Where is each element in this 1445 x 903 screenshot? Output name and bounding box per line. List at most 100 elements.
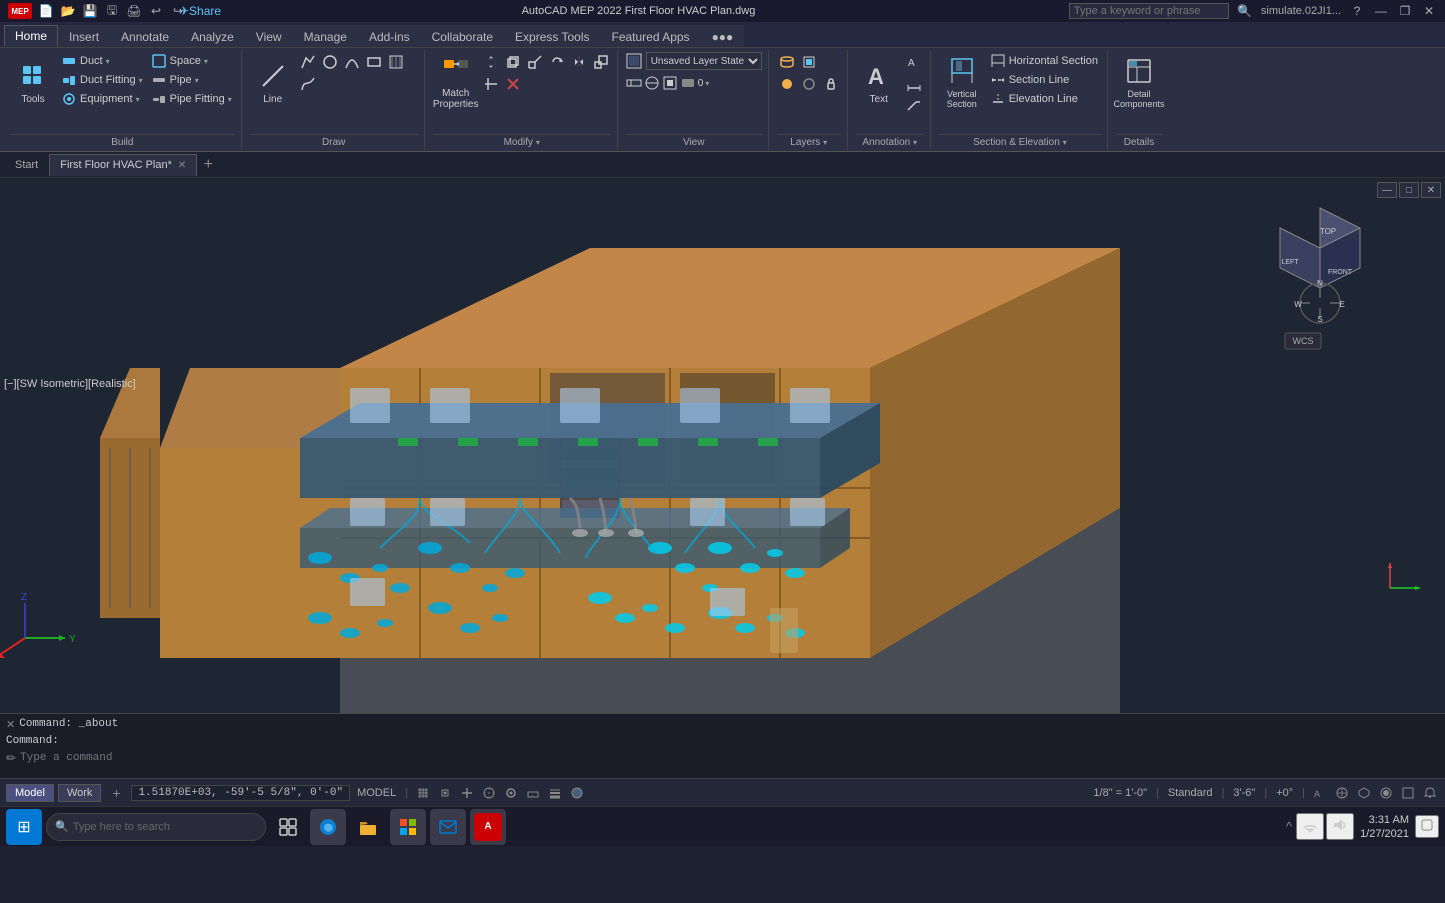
layer-state-dropdown[interactable]: Unsaved Layer State [646, 52, 762, 70]
notification-sys[interactable] [1415, 815, 1439, 838]
trim-btn[interactable] [481, 74, 501, 94]
leader-btn[interactable] [904, 94, 924, 114]
dimension-btn[interactable] [904, 73, 924, 93]
store-btn[interactable] [390, 809, 426, 845]
tray-chevron[interactable]: ^ [1284, 818, 1294, 835]
vp-minimize[interactable]: — [1377, 182, 1397, 198]
tab-addins[interactable]: Add-ins [358, 25, 421, 47]
hatch-btn[interactable] [386, 52, 406, 72]
tab-insert[interactable]: Insert [58, 25, 110, 47]
tab-express[interactable]: Express Tools [504, 25, 600, 47]
dynmode-btn[interactable]: + [524, 785, 542, 801]
model-space-btn[interactable]: MODEL [354, 786, 399, 800]
pipe-dropdown[interactable]: ▾ [195, 76, 199, 85]
help-btn[interactable]: ? [1349, 3, 1365, 19]
pipe-btn[interactable]: Pipe ▾ [148, 71, 235, 89]
layer-iso-btn[interactable] [799, 52, 819, 72]
edge-browser-btn[interactable] [310, 809, 346, 845]
polyline-btn[interactable] [298, 52, 318, 72]
tab-collaborate[interactable]: Collaborate [421, 25, 504, 47]
grid-btn[interactable] [414, 785, 432, 801]
autocad-taskbar-btn[interactable]: A [470, 809, 506, 845]
mtext-btn[interactable]: A [904, 52, 924, 72]
spline-btn[interactable] [298, 74, 318, 94]
equipment-btn[interactable]: Equipment ▾ [58, 90, 146, 108]
tab-more[interactable]: ●●● [701, 25, 745, 47]
print-btn[interactable]: 🖨 [126, 3, 142, 19]
mirror-btn[interactable] [569, 52, 589, 72]
erase-btn[interactable] [503, 74, 523, 94]
move-btn[interactable] [481, 52, 501, 72]
layer-off-btn[interactable] [799, 74, 819, 94]
tab-annotate[interactable]: Annotate [110, 25, 180, 47]
tab-start[interactable]: Start [4, 154, 49, 176]
search-input[interactable] [1069, 3, 1229, 19]
save-as-btn[interactable]: 🖫 [104, 3, 120, 19]
duct-fitting-dropdown[interactable]: ▾ [139, 76, 143, 85]
tab-close-btn[interactable]: ✕ [178, 160, 186, 171]
duct-dropdown[interactable]: ▾ [106, 57, 110, 66]
minimize-btn[interactable]: — [1373, 3, 1389, 19]
equip-dropdown[interactable]: ▾ [136, 95, 140, 104]
close-btn[interactable]: ✕ [1421, 3, 1437, 19]
save-btn[interactable]: 💾 [82, 3, 98, 19]
file-explorer-btn[interactable] [350, 809, 386, 845]
start-button[interactable]: ⊞ [6, 809, 42, 845]
transparency-btn[interactable] [568, 785, 586, 801]
copy-btn[interactable] [503, 52, 523, 72]
duct-btn[interactable]: Duct ▾ [58, 52, 146, 70]
snap-btn[interactable] [436, 785, 454, 801]
task-view-btn[interactable] [270, 809, 306, 845]
work-tab[interactable]: Work [58, 784, 101, 802]
hardware-accel-btn[interactable] [1355, 785, 1373, 801]
scale-btn[interactable]: 1/8" = 1'-0" [1090, 786, 1150, 800]
cmd-close-btn[interactable]: ✕ [6, 718, 15, 731]
add-layout-btn[interactable]: + [105, 782, 127, 804]
horizontal-section-btn[interactable]: Horizontal Section [987, 52, 1101, 70]
mail-btn[interactable] [430, 809, 466, 845]
add-tab-btn[interactable]: + [197, 154, 219, 176]
pipe-fitting-dropdown[interactable]: ▾ [228, 95, 232, 104]
taskbar-search[interactable]: 🔍 Type here to search [46, 813, 266, 841]
cmd-input[interactable] [20, 752, 1439, 764]
workspace-btn[interactable] [1333, 785, 1351, 801]
circle-btn[interactable] [320, 52, 340, 72]
vertical-section-btn[interactable]: VerticalSection [939, 52, 985, 112]
tab-home[interactable]: Home [4, 25, 58, 47]
cmd-pencil-icon[interactable]: ✏ [6, 751, 16, 765]
model-tab[interactable]: Model [6, 784, 54, 802]
ortho-btn[interactable] [458, 785, 476, 801]
rect-btn[interactable] [364, 52, 384, 72]
notifications-btn[interactable] [1421, 785, 1439, 801]
elevation-line-btn[interactable]: Elevation Line [987, 90, 1101, 108]
stretch-btn[interactable] [525, 52, 545, 72]
isolate-btn[interactable] [1377, 785, 1395, 801]
layer-lock-btn[interactable] [821, 74, 841, 94]
layer-on-btn[interactable] [777, 74, 797, 94]
network-icon[interactable] [1296, 813, 1324, 840]
lineweight-btn[interactable] [546, 785, 564, 801]
taskbar-clock[interactable]: 3:31 AM 1/27/2021 [1356, 813, 1413, 841]
tab-analyze[interactable]: Analyze [180, 25, 245, 47]
zero-plus-btn[interactable]: +0° [1273, 786, 1296, 800]
tab-featured[interactable]: Featured Apps [601, 25, 701, 47]
object-snap-btn[interactable] [502, 785, 520, 801]
arc-btn[interactable] [342, 52, 362, 72]
tab-manage[interactable]: Manage [293, 25, 358, 47]
new-btn[interactable]: 📄 [38, 3, 54, 19]
tab-view[interactable]: View [245, 25, 293, 47]
vp-close[interactable]: ✕ [1421, 182, 1441, 198]
volume-icon[interactable] [1326, 813, 1354, 840]
dim-value-btn[interactable]: 3'-6" [1230, 786, 1258, 800]
tab-hvac-plan[interactable]: First Floor HVAC Plan* ✕ [49, 154, 197, 176]
match-props-btn[interactable]: MatchProperties [433, 52, 479, 112]
duct-fitting-btn[interactable]: Duct Fitting ▾ [58, 71, 146, 89]
scale-btn[interactable] [591, 52, 611, 72]
anno-scale-btn[interactable]: A [1311, 785, 1329, 801]
section-line-btn[interactable]: Section Line [987, 71, 1101, 89]
tools-btn[interactable]: Tools [10, 52, 56, 112]
space-btn[interactable]: Space ▾ [148, 52, 235, 70]
line-btn[interactable]: Line [250, 52, 296, 112]
polar-btn[interactable] [480, 785, 498, 801]
standard-btn[interactable]: Standard [1165, 786, 1216, 800]
